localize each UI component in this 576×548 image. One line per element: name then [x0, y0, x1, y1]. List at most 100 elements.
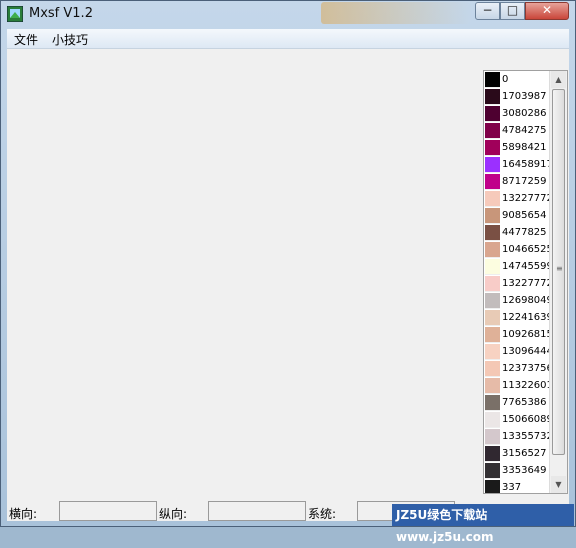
app-window: Mxsf V1.2 − □ ✕ 文件 小技巧 0 1703987 3080286 47…: [0, 0, 576, 527]
palette-item[interactable]: 3353649: [484, 462, 551, 479]
palette-value: 10466525: [502, 244, 553, 255]
vertical-label: 纵向:: [159, 507, 188, 521]
color-swatch: [485, 89, 500, 105]
horizontal-label: 横向:: [9, 507, 38, 521]
color-swatch: [485, 106, 500, 122]
horizontal-value-field: [59, 501, 157, 521]
color-swatch: [485, 310, 500, 326]
palette-item[interactable]: 13096444: [484, 343, 553, 360]
palette-item[interactable]: 3080286: [484, 105, 551, 122]
color-swatch: [485, 361, 500, 377]
palette-item[interactable]: 1703987: [484, 88, 551, 105]
palette-value: 0: [502, 74, 509, 85]
palette-value: 12373756: [502, 363, 553, 374]
color-swatch: [485, 378, 500, 394]
app-icon: [7, 6, 23, 22]
color-swatch: [485, 140, 500, 156]
color-swatch: [485, 463, 500, 479]
window-title: Mxsf V1.2: [29, 6, 93, 21]
palette-value: 13355732: [502, 431, 553, 442]
palette-value: 12698049: [502, 295, 553, 306]
palette-value: 1703987: [502, 91, 547, 102]
color-swatch: [485, 208, 500, 224]
menu-bar: 文件 小技巧: [7, 29, 569, 49]
palette-value: 3080286: [502, 108, 547, 119]
site-watermark: JZ5U绿色下载站www.jz5u.com: [392, 504, 574, 544]
color-swatch: [485, 225, 500, 241]
palette-item[interactable]: 12241639: [484, 309, 553, 326]
color-swatch: [485, 327, 500, 343]
palette-value: 4784275: [502, 125, 547, 136]
color-swatch: [485, 174, 500, 190]
color-swatch: [485, 123, 500, 139]
color-swatch: [485, 412, 500, 428]
color-swatch: [485, 72, 500, 88]
vertical-value-field: [208, 501, 306, 521]
color-swatch: [485, 242, 500, 258]
palette-value: 13096444: [502, 346, 553, 357]
palette-value: 337: [502, 482, 522, 493]
color-swatch: [485, 480, 500, 493]
palette-item[interactable]: 337: [484, 479, 551, 493]
palette-value: 10926815: [502, 329, 553, 340]
maximize-button[interactable]: □: [500, 2, 525, 20]
palette-item[interactable]: 5898421: [484, 139, 551, 156]
palette-item[interactable]: 15066089: [484, 411, 553, 428]
menu-file[interactable]: 文件: [14, 31, 38, 48]
menu-tips[interactable]: 小技巧: [52, 31, 88, 48]
palette-scrollbar[interactable]: ▲ ≡ ▼: [549, 71, 567, 493]
grip-icon: ≡: [556, 264, 563, 273]
palette-value: 12241639: [502, 312, 553, 323]
palette-item[interactable]: 4784275: [484, 122, 551, 139]
palette-value: 9085654: [502, 210, 547, 221]
title-bar[interactable]: Mxsf V1.2 − □ ✕: [1, 1, 575, 28]
minimize-button[interactable]: −: [475, 2, 500, 20]
palette-value: 3353649: [502, 465, 547, 476]
palette-item[interactable]: 10466525: [484, 241, 553, 258]
canvas-area[interactable]: 0 1703987 3080286 4784275 5898421 16458917 871…: [7, 49, 569, 521]
background-window-blur: [321, 2, 471, 24]
palette-item[interactable]: 4477825: [484, 224, 551, 241]
palette-item[interactable]: 12373756: [484, 360, 553, 377]
palette-item[interactable]: 13227772: [484, 275, 553, 292]
color-swatch: [485, 429, 500, 445]
palette-value: 15066089: [502, 414, 553, 425]
palette-item[interactable]: 13227772: [484, 190, 553, 207]
palette-item[interactable]: 16458917: [484, 156, 553, 173]
color-swatch: [485, 259, 500, 275]
palette-item[interactable]: 14745599: [484, 258, 553, 275]
color-swatch: [485, 157, 500, 173]
palette-value: 13227772: [502, 278, 553, 289]
color-swatch: [485, 191, 500, 207]
scroll-down-arrow-icon[interactable]: ▼: [551, 476, 566, 493]
palette-value: 7765386: [502, 397, 547, 408]
palette-value: 13227772: [502, 193, 553, 204]
palette-item[interactable]: 10926815: [484, 326, 553, 343]
palette-value: 3156527: [502, 448, 547, 459]
color-swatch: [485, 446, 500, 462]
palette-item[interactable]: 7765386: [484, 394, 551, 411]
color-palette-list[interactable]: 0 1703987 3080286 4784275 5898421 16458917 871…: [483, 70, 568, 494]
palette-item[interactable]: 13355732: [484, 428, 553, 445]
palette-item[interactable]: 0: [484, 71, 551, 88]
scrollbar-thumb[interactable]: ≡: [552, 89, 565, 455]
palette-item[interactable]: 3156527: [484, 445, 551, 462]
palette-item[interactable]: 9085654: [484, 207, 551, 224]
close-button[interactable]: ✕: [525, 2, 569, 20]
color-swatch: [485, 276, 500, 292]
palette-value: 5898421: [502, 142, 547, 153]
palette-item[interactable]: 8717259: [484, 173, 551, 190]
palette-item[interactable]: 11322601: [484, 377, 553, 394]
palette-items: 0 1703987 3080286 4784275 5898421 16458917 871…: [484, 71, 553, 493]
palette-value: 4477825: [502, 227, 547, 238]
system-label: 系统:: [308, 507, 337, 521]
color-swatch: [485, 293, 500, 309]
palette-value: 14745599: [502, 261, 553, 272]
scroll-up-arrow-icon[interactable]: ▲: [551, 71, 566, 88]
color-swatch: [485, 395, 500, 411]
color-swatch: [485, 344, 500, 360]
palette-value: 11322601: [502, 380, 553, 391]
palette-item[interactable]: 12698049: [484, 292, 553, 309]
palette-value: 8717259: [502, 176, 547, 187]
palette-value: 16458917: [502, 159, 553, 170]
